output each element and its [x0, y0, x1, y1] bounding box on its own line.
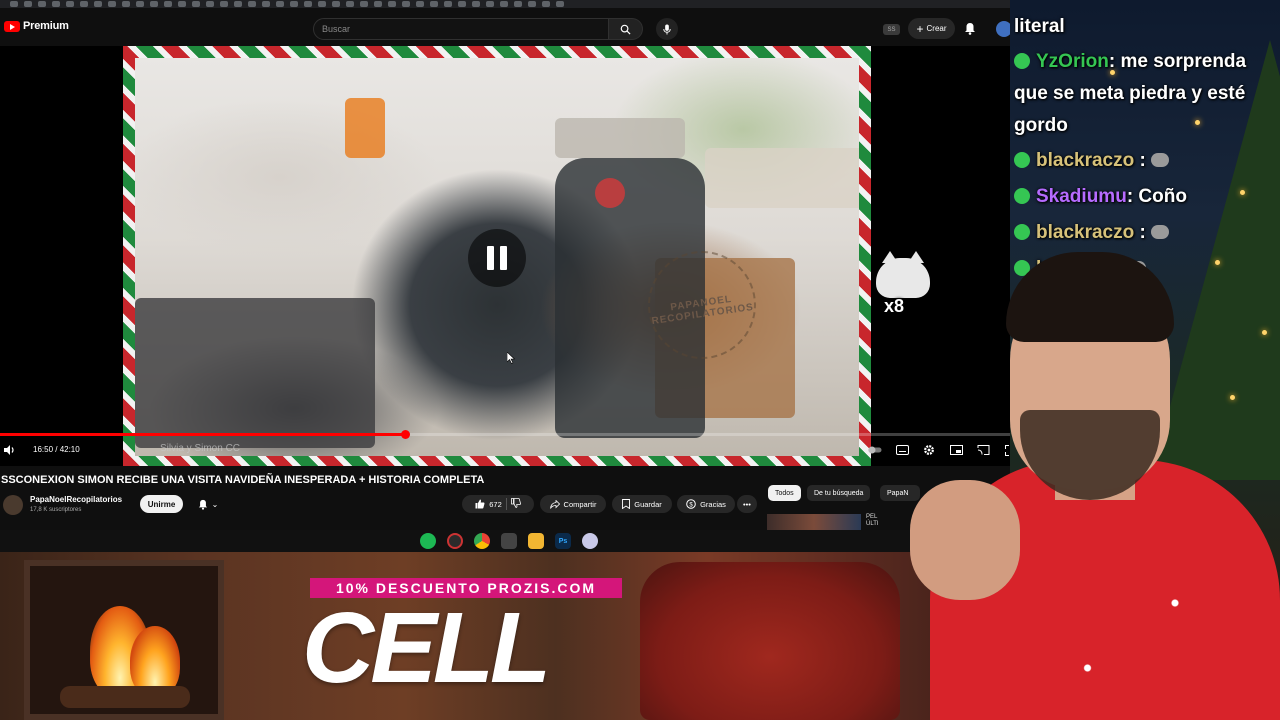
player-controls: 16:50 / 42:10	[0, 440, 1016, 462]
photoshop-icon[interactable]: Ps	[555, 533, 571, 549]
channel-avatar[interactable]	[3, 495, 23, 515]
volume-icon	[4, 445, 14, 455]
app-icon[interactable]	[501, 533, 517, 549]
browser-tab-strip	[0, 0, 1010, 8]
pause-icon	[487, 246, 494, 270]
share-label: Compartir	[563, 499, 597, 509]
pause-button[interactable]	[468, 229, 526, 287]
video-title: SSCONEXION SIMON RECIBE UNA VISITA NAVID…	[1, 474, 485, 486]
cat-emote-icon	[1151, 225, 1170, 239]
chat-message: blackraczo :	[1014, 217, 1280, 249]
share-icon	[549, 499, 560, 509]
thumbs-down-icon	[510, 498, 521, 508]
chat-text: literal	[1014, 16, 1065, 37]
search-input[interactable]	[313, 18, 609, 40]
armchair	[640, 562, 900, 720]
chip-from-search[interactable]: De tu búsqueda	[807, 485, 871, 501]
progress-bar[interactable]	[0, 430, 1012, 439]
chat-text: : Coño	[1126, 186, 1187, 207]
folder-icon[interactable]	[528, 533, 544, 549]
obs-icon[interactable]	[447, 533, 463, 549]
subscription-bell-button[interactable]: ⌄	[190, 495, 226, 513]
chat-message: literal	[1014, 11, 1280, 43]
like-dislike-group: 672	[462, 495, 534, 513]
chat-username[interactable]: YzOrion	[1036, 51, 1109, 72]
logo-text: Premium	[23, 20, 69, 32]
streamer-hand	[910, 480, 1020, 600]
create-button[interactable]: + Crear	[908, 18, 955, 39]
like-button[interactable]: 672	[475, 499, 502, 509]
super-thanks-icon: $	[686, 499, 696, 509]
chat-text: :	[1139, 150, 1146, 171]
join-button[interactable]: Unirme	[140, 495, 183, 513]
thumbs-up-icon	[475, 499, 485, 509]
chat-badge-icon	[1014, 188, 1030, 204]
youtube-play-icon	[4, 20, 20, 32]
channel-name[interactable]: PapaNoelRecopilatorios	[30, 495, 122, 504]
progress-fill	[0, 433, 405, 436]
chat-badge-icon	[1014, 53, 1030, 69]
chip-all[interactable]: Todos	[768, 485, 801, 501]
chat-username[interactable]: blackraczo	[1036, 222, 1134, 243]
plus-icon: +	[916, 21, 924, 36]
create-label: Crear	[926, 24, 947, 33]
recommended-thumbnail[interactable]	[767, 514, 861, 530]
video-player[interactable]: PAPANOEL RECOPILATORIOS x8 Silvia y Simo…	[0, 46, 1016, 466]
app2-icon[interactable]	[582, 533, 598, 549]
brand-logo-text: CELL	[302, 592, 551, 704]
thanks-label: Gracias	[700, 499, 726, 509]
os-taskbar: Ps	[0, 530, 1010, 552]
chat-message: YzOrion: me sorprenda que se meta piedra…	[1014, 46, 1280, 142]
search-icon	[620, 24, 631, 35]
time-display: 16:50 / 42:10	[33, 445, 80, 454]
thanks-button[interactable]: $ Gracias	[677, 495, 735, 513]
mouse-cursor-icon	[507, 352, 515, 364]
cat-emote-icon	[1151, 153, 1170, 167]
chat-badge-icon	[1014, 152, 1030, 168]
microphone-icon	[663, 23, 671, 35]
stream-chat: literal YzOrion: me sorprenda que se met…	[1014, 0, 1280, 290]
more-icon: •••	[743, 499, 751, 509]
like-count: 672	[489, 499, 502, 509]
dislike-button[interactable]	[510, 498, 521, 510]
volume-button[interactable]	[3, 443, 16, 461]
chat-message: blackraczo :	[1014, 145, 1280, 177]
share-button[interactable]: Compartir	[540, 495, 606, 513]
chat-message: Skadiumu: Coño	[1014, 181, 1280, 213]
video-info: SSCONEXION SIMON RECIBE UNA VISITA NAVID…	[0, 466, 1012, 530]
bookmark-icon	[622, 499, 631, 509]
chat-username[interactable]: Skadiumu	[1036, 186, 1127, 207]
spotify-icon[interactable]	[420, 533, 436, 549]
chevron-down-icon: ⌄	[211, 499, 219, 509]
save-button[interactable]: Guardar	[612, 495, 672, 513]
search-button[interactable]	[609, 18, 643, 40]
search-bar	[313, 18, 643, 40]
save-label: Guardar	[634, 499, 662, 509]
fireplace	[24, 560, 224, 720]
chat-text: :	[1139, 222, 1146, 243]
more-actions-button[interactable]: •••	[737, 495, 757, 513]
notifications-button[interactable]	[964, 22, 976, 40]
user-badge[interactable]: SS	[883, 24, 900, 35]
bell-icon	[965, 23, 975, 35]
youtube-logo[interactable]: Premium	[4, 20, 69, 32]
youtube-masthead: Premium SS + Crear	[0, 8, 1012, 46]
chat-badge-icon	[1014, 224, 1030, 240]
scrubber-handle[interactable]	[400, 430, 410, 439]
bell-icon	[198, 499, 207, 510]
subscriber-count: 17,8 K suscriptores	[30, 507, 82, 513]
chat-username[interactable]: blackraczo	[1036, 150, 1134, 171]
chrome-icon[interactable]	[474, 533, 490, 549]
voice-search-button[interactable]	[656, 18, 678, 40]
streamer-webcam	[870, 250, 1280, 720]
